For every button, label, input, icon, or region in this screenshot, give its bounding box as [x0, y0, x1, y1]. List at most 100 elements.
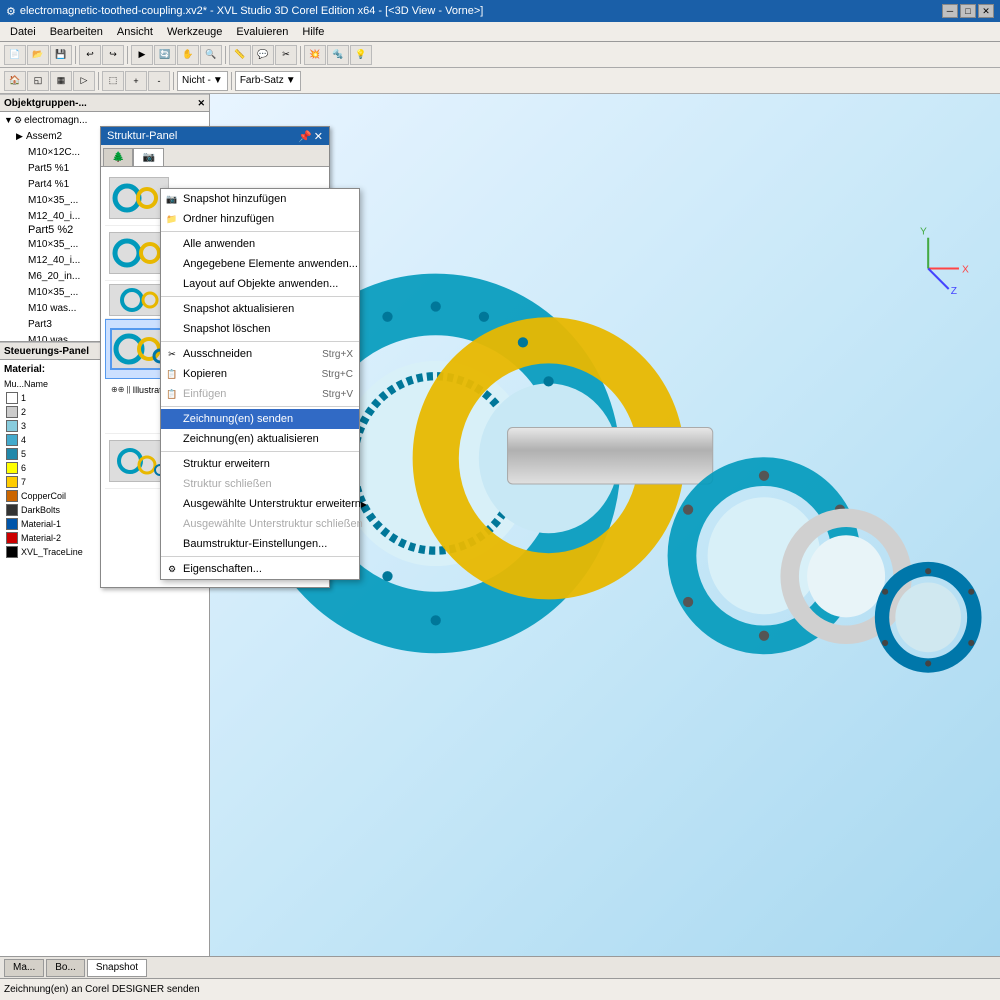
maximize-button[interactable]: □ — [960, 4, 976, 18]
struktur-tab-snap[interactable]: 📷 — [133, 148, 163, 166]
tb2-nicht-dropdown[interactable]: Nicht -▼ — [177, 71, 228, 91]
status-text: Zeichnung(en) an Corel DESIGNER senden — [4, 984, 200, 995]
minimize-button[interactable]: ─ — [942, 4, 958, 18]
tree-label-m10x12: M10×12C... — [28, 147, 80, 158]
ctx-zeichnung-senden[interactable]: Zeichnung(en) senden — [161, 409, 359, 429]
tree-label-m10-was-1: M10 was... — [28, 303, 76, 314]
ctx-struktur-erweitern[interactable]: Struktur erweitern — [161, 454, 359, 474]
menu-ansicht[interactable]: Ansicht — [111, 24, 159, 40]
svg-text:Z: Z — [951, 286, 957, 297]
tb-section[interactable]: ✂ — [275, 45, 297, 65]
tb2-right[interactable]: ▷ — [73, 71, 95, 91]
ctx-layout[interactable]: Layout auf Objekte anwenden... — [161, 274, 359, 294]
ctx-alle-anwenden[interactable]: Alle anwenden — [161, 234, 359, 254]
tb-undo[interactable]: ↩ — [79, 45, 101, 65]
object-groups-close[interactable]: ✕ — [197, 98, 205, 109]
tree-label-m12-2: M12_40_i... — [28, 255, 80, 266]
ctx-snapshot-loeschen[interactable]: Snapshot löschen — [161, 319, 359, 339]
ctx-cut-icon: ✂ — [165, 347, 179, 361]
ctx-struktur-schliessen[interactable]: Struktur schließen — [161, 474, 359, 494]
ctx-sep-5 — [161, 451, 359, 452]
tree-expand-assem2: ▶ — [16, 131, 26, 142]
svg-text:X: X — [962, 265, 969, 276]
title-bar-title: electromagnetic-toothed-coupling.xv2* - … — [20, 5, 942, 17]
ctx-copy-icon: 📋 — [165, 367, 179, 381]
tree-label-assem2: Assem2 — [26, 131, 62, 142]
tree-label-root: electromagn... — [24, 115, 87, 126]
ctx-ordner-hinzufuegen[interactable]: 📁 Ordner hinzufügen — [161, 209, 359, 229]
struktur-close[interactable]: ✕ — [314, 130, 323, 143]
ctx-properties-icon: ⚙ — [165, 562, 179, 576]
ctx-baumstruktur-einstellungen[interactable]: Baumstruktur-Einstellungen... — [161, 534, 359, 554]
ctx-snapshot-hinzufuegen[interactable]: 📷 Snapshot hinzufügen — [161, 189, 359, 209]
tb-annotate[interactable]: 💬 — [252, 45, 274, 65]
tb2-farb-dropdown[interactable]: Farb-Satz▼ — [235, 71, 301, 91]
tb-zoom[interactable]: 🔍 — [200, 45, 222, 65]
tb2-fit[interactable]: ⬚ — [102, 71, 124, 91]
tb-explode[interactable]: 💥 — [304, 45, 326, 65]
tree-label-part5-1: Part5 %1 — [28, 163, 69, 174]
tb2-zoomin[interactable]: + — [125, 71, 147, 91]
struktur-pin[interactable]: 📌 — [298, 130, 312, 143]
menu-evaluieren[interactable]: Evaluieren — [230, 24, 294, 40]
ctx-kopieren[interactable]: 📋 Kopieren Strg+C — [161, 364, 359, 384]
tb-sep-3 — [225, 46, 226, 64]
tb-new[interactable]: 📄 — [4, 45, 26, 65]
ctx-sep-6 — [161, 556, 359, 557]
menu-werkzeuge[interactable]: Werkzeuge — [161, 24, 228, 40]
tree-label-m10x35-2: M10×35_... — [28, 239, 78, 250]
ctx-einfuegen[interactable]: 📋 Einfügen Strg+V — [161, 384, 359, 404]
ctx-unterstruktur-schliessen[interactable]: Ausgewählte Unterstruktur schließen — [161, 514, 359, 534]
struktur-tabs: 🌲 📷 — [101, 145, 329, 167]
tb-redo[interactable]: ↪ — [102, 45, 124, 65]
status-tab-bo[interactable]: Bo... — [46, 959, 85, 977]
tree-label-part4: Part4 %1 — [28, 179, 69, 190]
object-groups-title: Objektgruppen-... — [4, 98, 87, 109]
svg-text:Y: Y — [920, 227, 927, 238]
ctx-folder-icon: 📁 — [165, 212, 179, 226]
tb2-top[interactable]: ▦ — [50, 71, 72, 91]
tb-select[interactable]: ▶ — [131, 45, 153, 65]
ctx-unterstruktur-erweitern[interactable]: Ausgewählte Unterstruktur erweitern ▶ — [161, 494, 359, 514]
status-tabs: Ma... Bo... Snapshot — [0, 956, 1000, 978]
tb-rotate[interactable]: 🔄 — [154, 45, 176, 65]
title-bar: ⚙ electromagnetic-toothed-coupling.xv2* … — [0, 0, 1000, 22]
tb2-sep-1 — [98, 72, 99, 90]
menu-datei[interactable]: Datei — [4, 24, 42, 40]
context-menu: 📷 Snapshot hinzufügen 📁 Ordner hinzufüge… — [160, 188, 360, 580]
tb-sep-4 — [300, 46, 301, 64]
object-groups-header: Objektgruppen-... ✕ — [0, 94, 209, 112]
tb-parts[interactable]: 🔩 — [327, 45, 349, 65]
tree-expand-root: ▼ — [4, 115, 14, 125]
ctx-sep-4 — [161, 406, 359, 407]
ctx-sep-2 — [161, 296, 359, 297]
ctx-zeichnung-aktualisieren[interactable]: Zeichnung(en) aktualisieren — [161, 429, 359, 449]
tb-open[interactable]: 📂 — [27, 45, 49, 65]
title-bar-controls: ─ □ ✕ — [942, 4, 994, 18]
status-bar: Zeichnung(en) an Corel DESIGNER senden — [0, 978, 1000, 1000]
struktur-tab-tree[interactable]: 🌲 — [103, 148, 133, 166]
tb2-zoomout[interactable]: - — [148, 71, 170, 91]
status-tab-snapshot[interactable]: Snapshot — [87, 959, 147, 977]
menu-bar: Datei Bearbeiten Ansicht Werkzeuge Evalu… — [0, 22, 1000, 42]
tree-label-m6: M6_20_in... — [28, 271, 80, 282]
tb2-front[interactable]: ◱ — [27, 71, 49, 91]
ctx-snapshot-aktualisieren[interactable]: Snapshot aktualisieren — [161, 299, 359, 319]
tb-save[interactable]: 💾 — [50, 45, 72, 65]
tb-light[interactable]: 💡 — [350, 45, 372, 65]
tree-label-part5-2: Part5 %2 — [28, 224, 73, 236]
close-button[interactable]: ✕ — [978, 4, 994, 18]
tb2-home[interactable]: 🏠 — [4, 71, 26, 91]
tb-pan[interactable]: ✋ — [177, 45, 199, 65]
toolbar-1: 📄 📂 💾 ↩ ↪ ▶ 🔄 ✋ 🔍 📏 💬 ✂ 💥 🔩 💡 — [0, 42, 1000, 68]
status-tab-ma[interactable]: Ma... — [4, 959, 44, 977]
ctx-angegebene[interactable]: Angegebene Elemente anwenden... — [161, 254, 359, 274]
tb-measure[interactable]: 📏 — [229, 45, 251, 65]
menu-bearbeiten[interactable]: Bearbeiten — [44, 24, 109, 40]
menu-hilfe[interactable]: Hilfe — [296, 24, 330, 40]
ctx-eigenschaften[interactable]: ⚙ Eigenschaften... — [161, 559, 359, 579]
ctx-ausschneiden[interactable]: ✂ Ausschneiden Strg+X — [161, 344, 359, 364]
tb2-sep-3 — [231, 72, 232, 90]
toolbar-2: 🏠 ◱ ▦ ▷ ⬚ + - Nicht -▼ Farb-Satz▼ — [0, 68, 1000, 94]
tree-label-m10-was-2: M10 was... — [28, 335, 76, 343]
